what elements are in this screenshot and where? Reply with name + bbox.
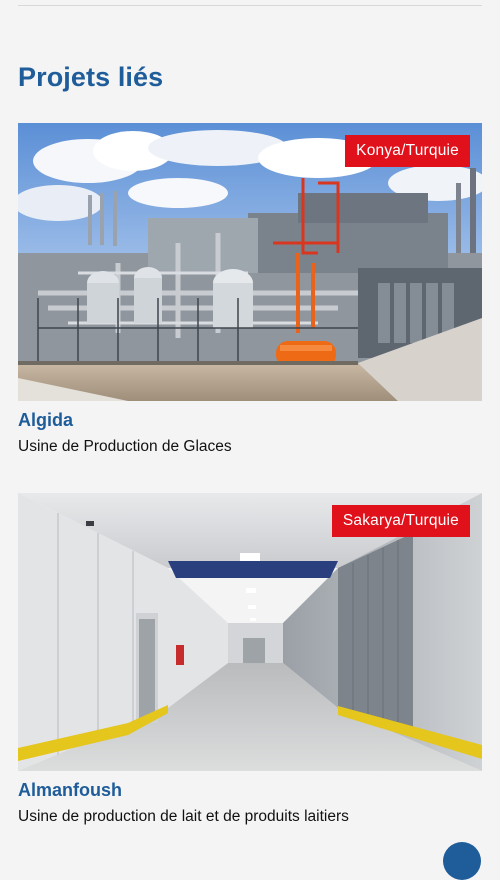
project-description: Usine de Production de Glaces (18, 438, 232, 455)
project-title-link[interactable]: Algida (18, 408, 482, 432)
project-card[interactable]: Konya/Turquie Algida Usine de Production… (18, 123, 482, 458)
project-description: Usine de production de lait et de produi… (18, 808, 349, 825)
location-badge: Konya/Turquie (345, 135, 470, 167)
project-image[interactable]: Konya/Turquie (18, 123, 482, 401)
location-badge: Sakarya/Turquie (331, 505, 470, 537)
project-card[interactable]: Sakarya/Turquie Almanfoush Usine de prod… (18, 493, 482, 828)
scroll-to-top-button[interactable] (443, 842, 481, 880)
top-divider (18, 5, 482, 6)
section-title: Projets liés (18, 62, 164, 92)
project-title-link[interactable]: Almanfoush (18, 778, 482, 802)
project-image[interactable]: Sakarya/Turquie (18, 493, 482, 771)
